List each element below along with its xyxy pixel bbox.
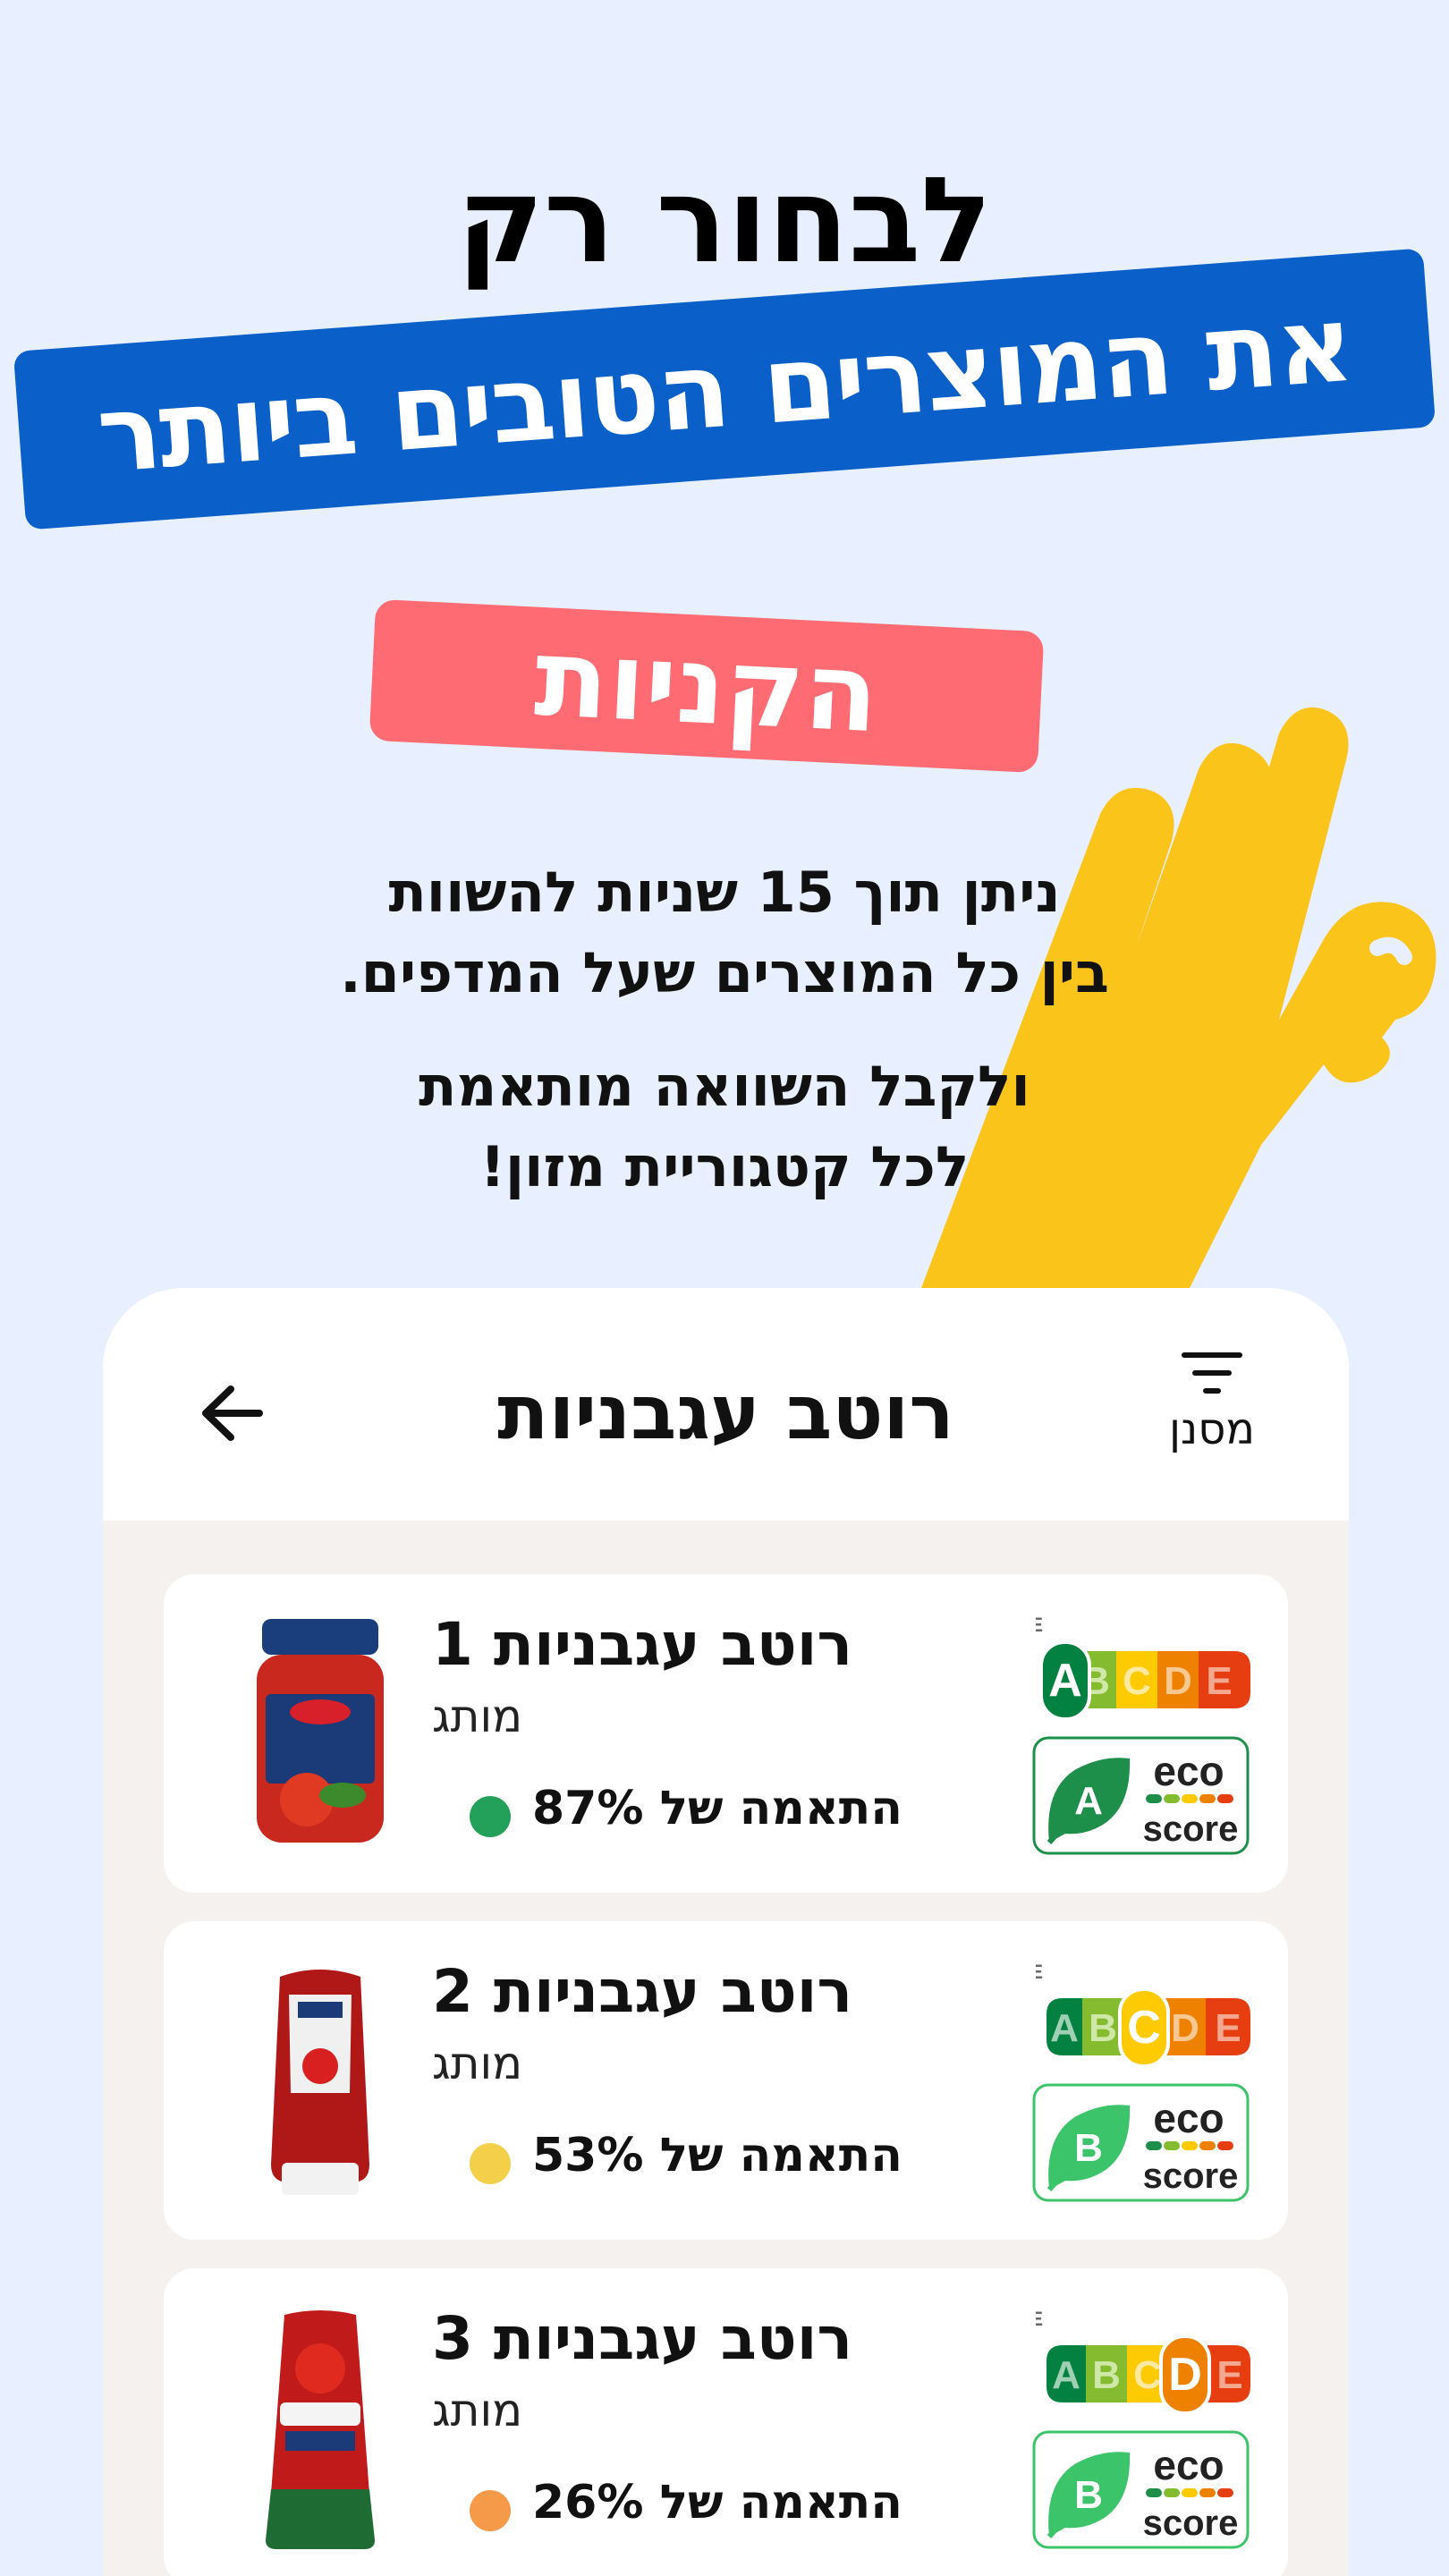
svg-text:E: E	[1216, 2353, 1242, 2397]
svg-text:A: A	[1052, 2353, 1080, 2397]
product-card[interactable]: רוטב עגבניות 2 מותג 53% התאמה של NUTRI-S…	[164, 1921, 1288, 2240]
svg-text:eco: eco	[1153, 1748, 1224, 1794]
app-header: רוטב עגבניות מסנן	[103, 1288, 1349, 1521]
svg-text:NUTRI-SCORE: NUTRI-SCORE	[1036, 1961, 1043, 1983]
headline-banner: את המוצרים הטובים ביותר	[13, 248, 1436, 530]
product-brand: מותג	[432, 1690, 523, 1742]
svg-text:E: E	[1215, 2006, 1241, 2050]
filter-label: מסנן	[1168, 1404, 1256, 1454]
eco-score-b-icon: B eco score	[1032, 2083, 1250, 2202]
svg-text:eco: eco	[1153, 2442, 1224, 2488]
product-card[interactable]: רוטב עגבניות 1 מותג 87% התאמה של NUTRI-S…	[164, 1574, 1288, 1893]
product-name: רוטב עגבניות 1	[432, 1610, 853, 1679]
svg-text:D: D	[1164, 1659, 1192, 1703]
eco-score-b-icon: B eco score	[1032, 2430, 1250, 2549]
product-brand: מותג	[432, 2385, 523, 2436]
filter-icon	[1182, 1352, 1242, 1394]
product-card[interactable]: רוטב עגבניות 3 מותג 26% התאמה של NUTRI-S…	[164, 2268, 1288, 2576]
svg-text:eco: eco	[1153, 2095, 1224, 2141]
match-indicator-dot	[470, 1796, 511, 1837]
match-percentage: 53% התאמה של	[532, 2129, 903, 2182]
nutri-score-d-icon: NUTRI-SCORE A B C E D	[1036, 2308, 1250, 2413]
promo-text-line1: ניתן תוך 15 שניות להשוות	[388, 860, 1061, 925]
product-name: רוטב עגבניות 3	[432, 2304, 853, 2373]
eco-score-a-icon: A eco score	[1032, 1736, 1250, 1855]
svg-text:C: C	[1123, 1659, 1151, 1703]
svg-text:B: B	[1089, 2006, 1117, 2050]
match-percentage: 26% התאמה של	[532, 2476, 903, 2529]
svg-text:E: E	[1206, 1659, 1232, 1703]
svg-text:score: score	[1143, 1809, 1239, 1849]
tag-banner-text: הקניות	[532, 615, 882, 757]
svg-text:C: C	[1133, 2353, 1162, 2397]
svg-text:D: D	[1171, 2006, 1199, 2050]
product-name: רוטב עגבניות 2	[432, 1957, 853, 2026]
match-indicator-dot	[470, 2490, 511, 2531]
svg-text:NUTRI-SCORE: NUTRI-SCORE	[1036, 2308, 1043, 2330]
svg-text:C: C	[1127, 2002, 1161, 2054]
match-indicator-dot	[470, 2143, 511, 2184]
svg-text:B: B	[1074, 2473, 1103, 2517]
svg-text:B: B	[1092, 2353, 1121, 2397]
promo-text-line2: בין כל המוצרים שעל המדפים.	[340, 940, 1109, 1005]
app-screen: רוטב עגבניות מסנן רוטב עגבניות 1 מותג 87…	[103, 1288, 1349, 2576]
headline-banner-text: את המוצרים הטובים ביותר	[93, 281, 1356, 497]
tag-banner: הקניות	[369, 598, 1045, 774]
svg-text:score: score	[1143, 2504, 1239, 2543]
svg-text:A: A	[1050, 2006, 1079, 2050]
filter-button[interactable]: מסנן	[1154, 1349, 1270, 1483]
ketchup-bottle-image	[271, 1970, 369, 2195]
svg-text:B: B	[1074, 2126, 1103, 2170]
svg-text:A: A	[1048, 1655, 1082, 1707]
promo-text-line3: ולקבל השוואה מותאמת	[419, 1054, 1030, 1119]
svg-text:NUTRI-SCORE: NUTRI-SCORE	[1036, 1614, 1043, 1636]
pasta-sauce-jar-image	[257, 1619, 384, 1843]
product-brand: מותג	[432, 2038, 523, 2089]
promo-text-line4: לכל קטגוריית מזון!	[479, 1134, 970, 1199]
match-percentage: 87% התאמה של	[532, 1782, 903, 1835]
nutri-score-a-icon: NUTRI-SCORE B C D E A	[1036, 1614, 1250, 1719]
svg-text:A: A	[1074, 1779, 1103, 1823]
nutri-score-c-icon: NUTRI-SCORE A B D E C	[1036, 1961, 1250, 2066]
ketchup-squeeze-bottle-image	[266, 2310, 375, 2549]
svg-text:D: D	[1168, 2349, 1202, 2401]
svg-text:score: score	[1143, 2157, 1239, 2196]
